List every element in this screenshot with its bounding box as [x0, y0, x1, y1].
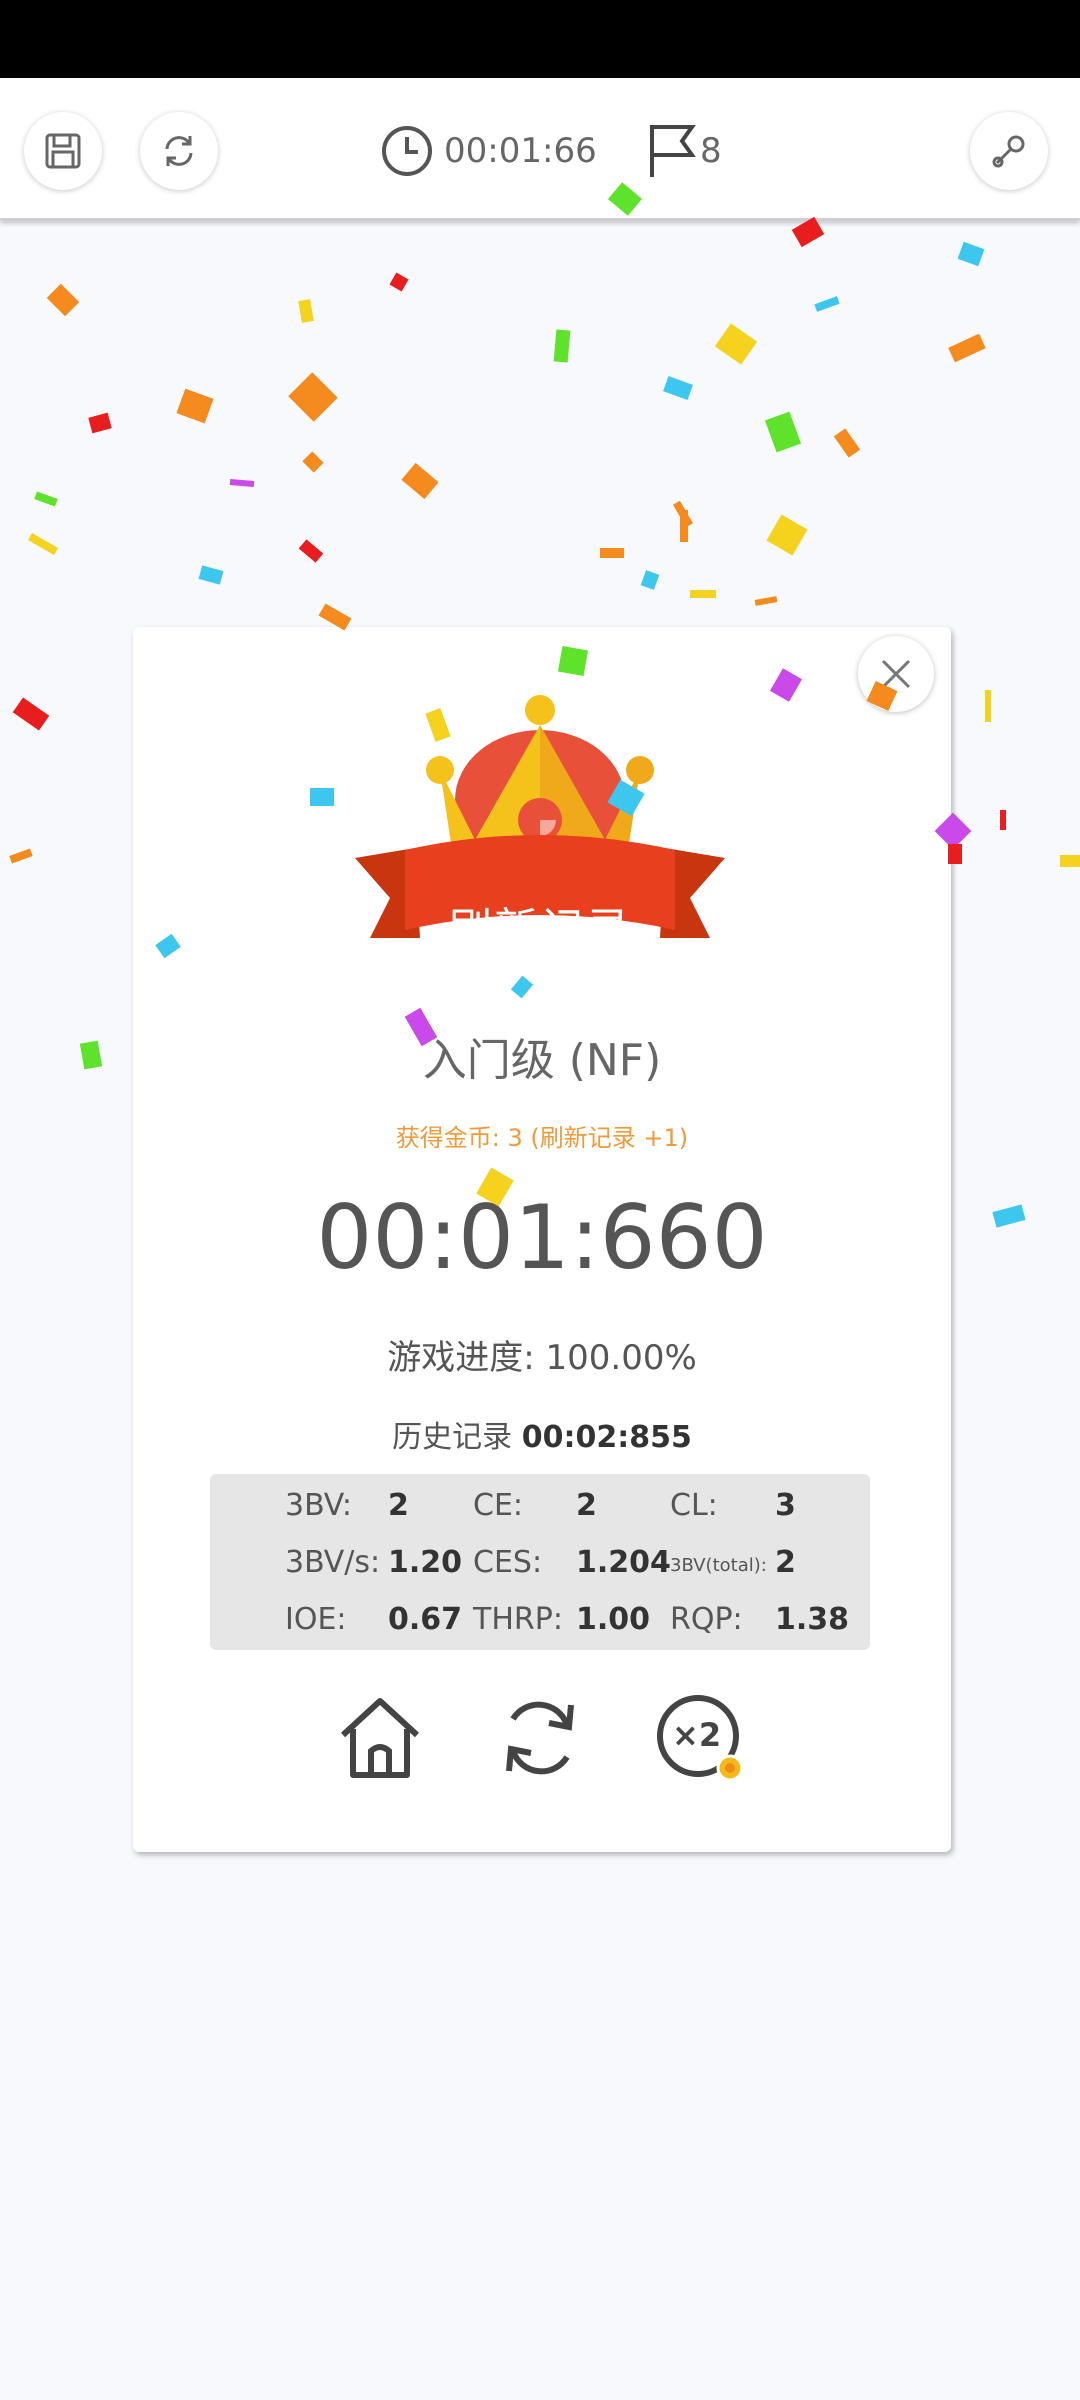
difficulty-level: 入门级 (NF) [422, 1035, 662, 1086]
game-timer: 00:01:66 [380, 118, 597, 184]
top-toolbar: 00:01:66 8 [0, 78, 1080, 220]
double-label: ×2 [672, 1716, 722, 1754]
flag-count: 8 [700, 131, 722, 171]
refresh-icon [165, 136, 193, 166]
stat-label: 3BV: [285, 1488, 352, 1523]
stat-label: 3BV(total): [670, 1555, 767, 1576]
stat-value: 2 [775, 1545, 796, 1580]
stat-value: 1.00 [576, 1602, 651, 1637]
coins-earned: 获得金币: 3 (刷新记录 +1) [395, 1124, 689, 1152]
close-button[interactable] [858, 636, 934, 712]
home-icon [340, 1698, 420, 1778]
save-icon [45, 133, 81, 169]
stat-label: CE: [473, 1488, 524, 1523]
finish-time: 00:01:660 [316, 1186, 768, 1289]
status-bar [0, 0, 1080, 78]
history-value: 00:02:855 [521, 1420, 692, 1455]
refresh-button[interactable] [140, 112, 218, 190]
home-button[interactable] [332, 1690, 428, 1786]
new-record-title: 刷新记录 [448, 904, 632, 955]
stat-label: RQP: [670, 1602, 743, 1637]
stat-value: 1.204 [576, 1545, 671, 1580]
stats-panel: 3BV: 2 CE: 2 CL: 3 3BV/s: 1.20 CES: 1.20… [210, 1474, 870, 1650]
flag-icon [650, 125, 696, 177]
stat-label: CL: [670, 1488, 718, 1523]
double-coins-button[interactable]: ×2 [652, 1690, 748, 1786]
stat-value: 1.20 [388, 1545, 463, 1580]
save-button[interactable] [24, 112, 102, 190]
stat-value: 1.38 [775, 1602, 850, 1637]
tools-button[interactable] [970, 112, 1048, 190]
game-progress: 游戏进度: 100.00% [133, 1330, 951, 1379]
restart-icon [506, 1701, 574, 1775]
flag-counter: 8 [646, 118, 722, 184]
history-label: 历史记录 [392, 1420, 513, 1455]
stat-value: 2 [388, 1488, 409, 1523]
timer-text: 00:01:66 [444, 131, 597, 171]
close-icon [881, 659, 911, 689]
stat-label: CES: [473, 1545, 543, 1580]
stat-label: IOE: [285, 1602, 347, 1637]
progress-value: 100.00% [545, 1338, 697, 1378]
progress-label: 游戏进度: [387, 1338, 535, 1378]
stat-value: 0.67 [388, 1602, 463, 1637]
restart-button[interactable] [492, 1690, 588, 1786]
history-record: 历史记录 00:02:855 [133, 1412, 951, 1456]
stat-label: THRP: [473, 1602, 563, 1637]
wrench-icon [992, 135, 1025, 168]
stat-value: 2 [576, 1488, 597, 1523]
stat-value: 3 [775, 1488, 796, 1523]
clock-icon [382, 126, 432, 176]
stat-label: 3BV/s: [285, 1545, 381, 1580]
